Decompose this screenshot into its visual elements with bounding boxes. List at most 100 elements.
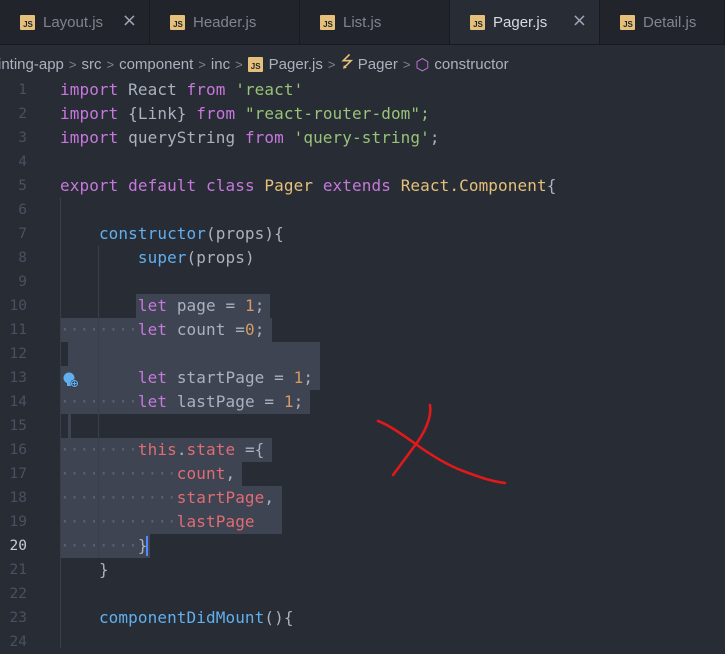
line-number: 22 xyxy=(9,586,27,602)
tab-label: Pager.js xyxy=(493,13,548,31)
line-number: 1 xyxy=(18,82,27,98)
code-line: 19 lastPage xyxy=(0,510,725,534)
code-text: import queryString from 'query-string'; xyxy=(60,128,440,147)
line-number: 18 xyxy=(9,490,27,506)
breadcrumb-method[interactable]: constructor xyxy=(434,56,508,73)
line-number: 2 xyxy=(18,106,27,122)
code-line: 17 count, xyxy=(0,462,725,486)
editor-tab-bar: JS Layout.js × JS Header.js JS List.js J… xyxy=(0,0,725,45)
code-line: 5 export default class Pager extends Rea… xyxy=(0,174,725,198)
tab-header-js[interactable]: JS Header.js xyxy=(150,0,300,44)
line-number: 20 xyxy=(9,538,27,554)
code-text: componentDidMount(){ xyxy=(98,608,294,627)
chevron-right-icon: > xyxy=(68,56,77,72)
js-file-icon: JS xyxy=(320,14,335,30)
chevron-right-icon: > xyxy=(235,56,243,72)
js-file-icon: JS xyxy=(20,14,35,30)
code-line: 13 let startPage = 1; xyxy=(0,366,725,390)
tab-label: Header.js xyxy=(193,13,257,31)
tab-label: Layout.js xyxy=(43,13,104,31)
code-line: 23 componentDidMount(){ xyxy=(0,606,725,630)
chevron-right-icon: > xyxy=(106,56,115,72)
tab-label: Detail.js xyxy=(643,13,697,31)
code-text: } xyxy=(137,536,148,555)
line-number: 4 xyxy=(18,154,27,170)
tab-label: List.js xyxy=(343,13,382,31)
code-line: 7 constructor(props){ xyxy=(0,222,725,246)
tab-pager-js[interactable]: JS Pager.js × xyxy=(450,0,600,44)
code-text: count, xyxy=(176,464,236,483)
code-line: 16 this.state ={ xyxy=(0,438,725,462)
code-editor[interactable]: ········ ········ ········ ············ … xyxy=(0,78,725,650)
code-line: 11 let count =0; xyxy=(0,318,725,342)
line-number: 5 xyxy=(18,178,27,194)
code-line: 24 xyxy=(0,630,725,654)
line-number: 14 xyxy=(9,394,27,410)
line-number: 23 xyxy=(9,610,27,626)
code-line: 6 xyxy=(0,198,725,222)
code-line: 4 xyxy=(0,150,725,174)
code-line: 2 import {Link} from "react-router-dom"; xyxy=(0,102,725,126)
code-text: } xyxy=(98,560,109,579)
breadcrumb-project[interactable]: inting-app xyxy=(0,56,64,73)
chevron-right-icon: > xyxy=(327,56,336,72)
code-text: constructor(props){ xyxy=(98,224,284,243)
line-number: 8 xyxy=(18,250,27,266)
line-number: 24 xyxy=(9,634,27,650)
code-line: 21 } xyxy=(0,558,725,582)
code-line: 15 xyxy=(0,414,725,438)
code-text: let lastPage = 1; xyxy=(137,392,304,411)
breadcrumb-file[interactable]: Pager.js xyxy=(269,56,323,73)
code-line: 18 startPage, xyxy=(0,486,725,510)
code-text: let startPage = 1; xyxy=(137,368,314,387)
code-line: 20 } xyxy=(0,534,725,558)
js-file-icon: JS xyxy=(247,56,263,72)
code-line: 3 import queryString from 'query-string'… xyxy=(0,126,725,150)
close-icon[interactable]: × xyxy=(122,11,137,31)
tab-list-js[interactable]: JS List.js xyxy=(300,0,450,44)
code-text: this.state ={ xyxy=(137,440,265,459)
line-number: 13 xyxy=(9,370,27,386)
js-file-icon: JS xyxy=(170,14,185,30)
js-file-icon: JS xyxy=(620,14,635,30)
line-number: 6 xyxy=(18,202,27,218)
line-number: 3 xyxy=(18,130,27,146)
line-number: 9 xyxy=(18,274,27,290)
line-number: 19 xyxy=(9,514,27,530)
code-line: 9 xyxy=(0,270,725,294)
class-symbol-icon: ⭍ xyxy=(340,51,354,71)
tab-layout-js[interactable]: JS Layout.js × xyxy=(0,0,150,44)
red-x-mark-icon xyxy=(376,403,507,485)
breadcrumb-src[interactable]: src xyxy=(81,56,101,73)
js-file-icon: JS xyxy=(470,14,485,30)
breadcrumb-inc[interactable]: inc xyxy=(211,56,230,73)
tab-detail-js[interactable]: JS Detail.js xyxy=(600,0,725,44)
code-text: import React from 'react' xyxy=(60,80,304,99)
line-number: 17 xyxy=(9,466,27,482)
line-number: 11 xyxy=(9,322,27,338)
code-text: import {Link} from "react-router-dom"; xyxy=(60,104,430,123)
code-text: let count =0; xyxy=(137,320,265,339)
code-line: 8 super(props) xyxy=(0,246,725,270)
line-number: 21 xyxy=(9,562,27,578)
code-text: super(props) xyxy=(137,248,255,267)
line-number: 16 xyxy=(9,442,27,458)
breadcrumb: inting-app > src > component > inc > JS … xyxy=(0,52,509,76)
method-cube-icon: ⬡ xyxy=(415,54,430,74)
line-number: 12 xyxy=(9,346,27,362)
breadcrumb-component[interactable]: component xyxy=(119,56,193,73)
code-line: 22 xyxy=(0,582,725,606)
code-text: export default class Pager extends React… xyxy=(60,176,557,195)
close-icon[interactable]: × xyxy=(572,11,587,31)
code-text: let page = 1; xyxy=(137,296,265,315)
breadcrumb-class[interactable]: Pager xyxy=(358,56,398,73)
code-line: 12 xyxy=(0,342,725,366)
lightbulb-icon[interactable] xyxy=(62,371,80,389)
line-number: 15 xyxy=(9,418,27,434)
code-text: startPage, xyxy=(176,488,275,507)
code-line: 14 let lastPage = 1; xyxy=(0,390,725,414)
code-line: 1 import React from 'react' xyxy=(0,78,725,102)
text-cursor xyxy=(146,536,148,556)
code-line: 10 let page = 1; xyxy=(0,294,725,318)
chevron-right-icon: > xyxy=(198,56,206,72)
